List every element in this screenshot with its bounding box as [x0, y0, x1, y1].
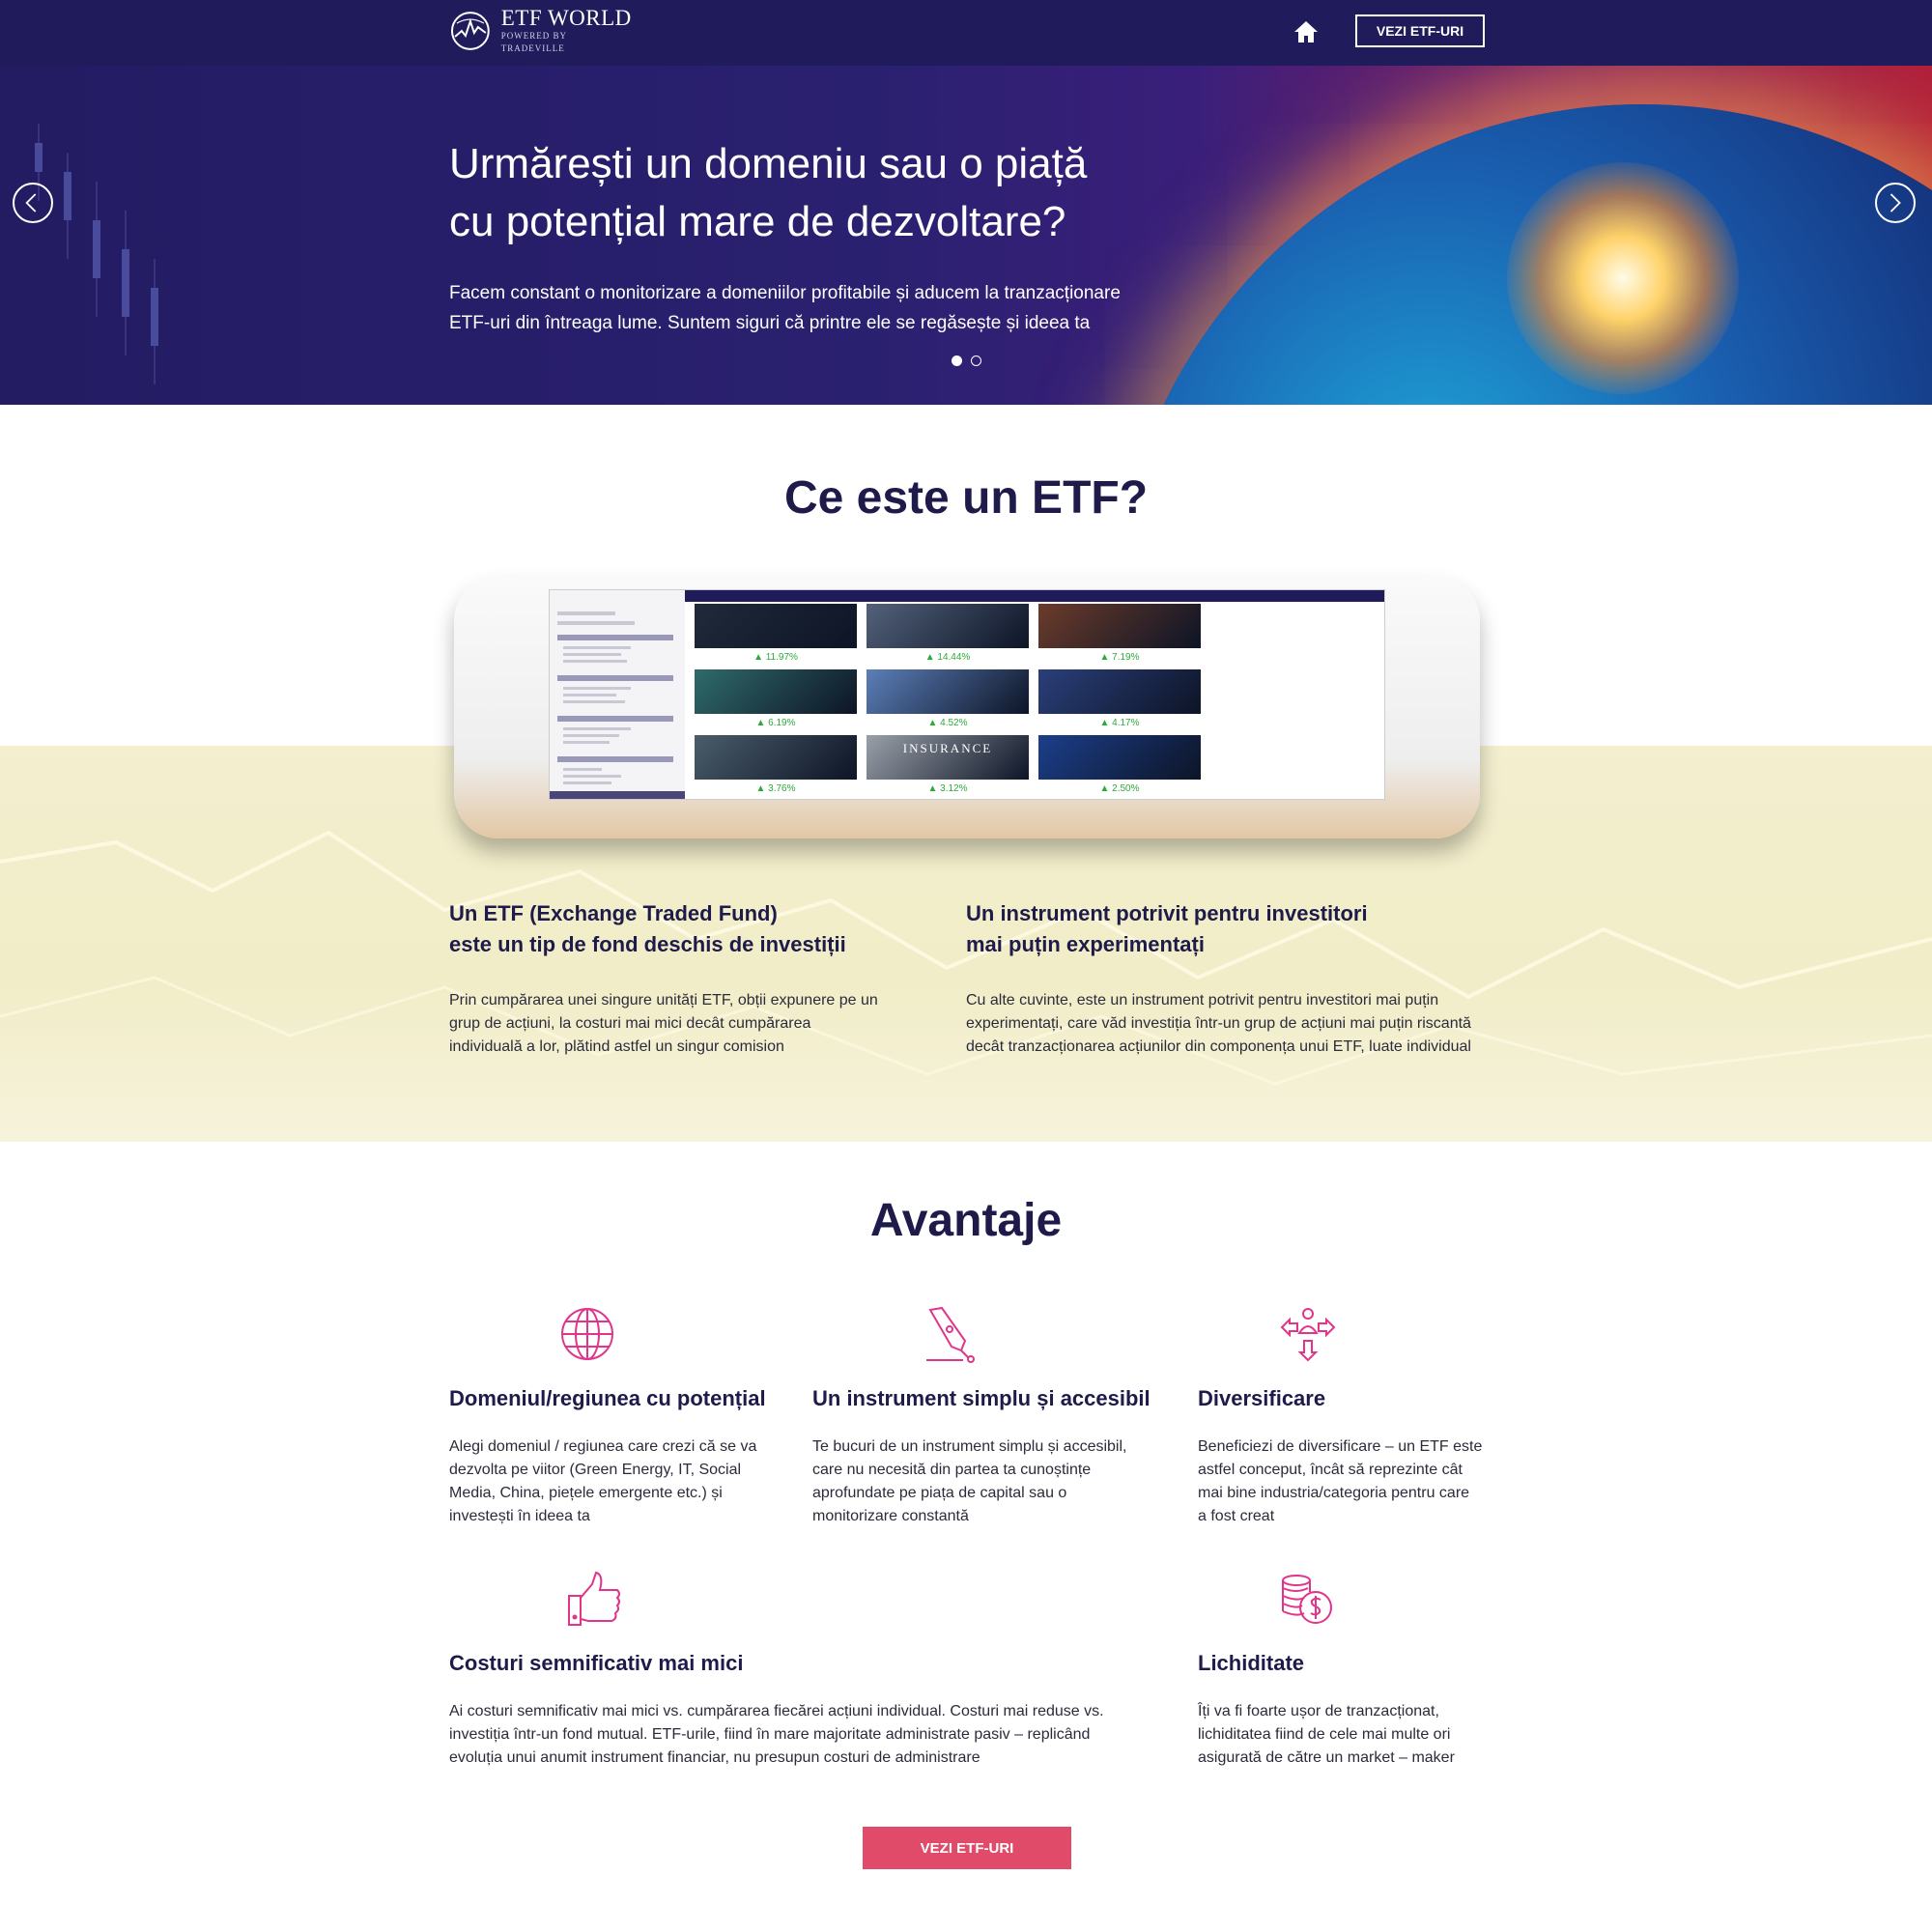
etf-definition-text-line1: Prin cumpărarea unei singure unități ETF… — [449, 992, 878, 1009]
logo-text: ETF WORLD POWERED BY TRADEVILLE — [501, 7, 633, 55]
screen-insurance-label: INSURANCE — [902, 741, 993, 755]
top-navbar: ETF WORLD POWERED BY TRADEVILLE VEZI ETF… — [0, 0, 1932, 66]
screen-filter-sidebar — [550, 590, 685, 799]
logo-subtitle: POWERED BY TRADEVILLE — [500, 31, 567, 53]
feature-text-potential-line4: investești în ideea ta — [449, 1508, 590, 1524]
feature-text-liquidity: Îți va fi foarte ușor de tranzacționat, … — [1198, 1700, 1517, 1770]
feature-title-diversification: Diversificare — [1198, 1386, 1326, 1410]
feature-text-simple-line3: aprofundate pe piața de capital sau o — [812, 1485, 1067, 1501]
slider-next-button[interactable] — [1875, 183, 1916, 223]
section-title-advantages: Avantaje — [869, 1195, 1063, 1246]
page: ETF WORLD POWERED BY TRADEVILLE VEZI ETF… — [0, 0, 1932, 1932]
etf-definition-text: Prin cumpărarea unei singure unități ETF… — [449, 989, 932, 1059]
feature-text-simple-line4: monitorizare constantă — [812, 1508, 969, 1524]
hero-title: Urmărești un domeniu sau o piață cu pote… — [449, 135, 1183, 251]
feature-text-liquidity-line3: asigurată de către un market – maker — [1198, 1749, 1455, 1766]
hero-chart-background — [35, 124, 158, 384]
header-etf-button[interactable]: VEZI ETF-URI — [1355, 14, 1485, 47]
feature-text-costs-line1: Ai costuri semnificativ mai mici vs. cum… — [449, 1703, 1104, 1719]
etf-suitable-title-line2: mai puțin experimentați — [966, 932, 1205, 956]
section-title-what-is-etf: Ce este un ETF? — [783, 472, 1149, 524]
feature-text-costs: Ai costuri semnificativ mai mici vs. cum… — [449, 1700, 1145, 1770]
etf-definition-text-line2: grup de acțiuni, la costuri mai mici dec… — [449, 1015, 811, 1032]
etf-suitable-title-line1: Un instrument potrivit pentru investitor… — [966, 901, 1368, 925]
tablet-screen: ▲ 11.97% ▲ 14.44% ▲ 7.19% ▲ 6.19% ▲ 4.52% ▲ 4… — [549, 589, 1385, 800]
feature-text-costs-line2: investiția într-un fond mutual. ETF-uril… — [449, 1726, 1091, 1743]
chevron-left-icon — [25, 193, 37, 213]
feature-title-costs: Costuri semnificativ mai mici — [449, 1651, 744, 1675]
screen-etf-return: ▲ 3.76% — [755, 783, 796, 794]
logo-title: ETF WORLD — [500, 6, 632, 30]
feature-title-liquidity: Lichiditate — [1198, 1651, 1305, 1675]
slider-dot-1[interactable] — [952, 355, 962, 366]
hero-subtitle: Facem constant o monitorizare a domeniil… — [449, 278, 1222, 338]
feature-text-potential-line1: Alegi domeniul / regiunea care crezi că … — [449, 1438, 757, 1455]
screen-etf-tile — [1038, 735, 1201, 780]
feature-text-simple-line2: care nu necesită din partea ta cunoștinț… — [812, 1462, 1092, 1478]
screen-etf-return: ▲ 4.17% — [1099, 718, 1140, 728]
hero-slider: Urmărești un domeniu sau o piață cu pote… — [0, 66, 1932, 405]
screen-etf-return: ▲ 3.12% — [927, 783, 968, 794]
feature-text-diversification-line3: mai bine industria/categoria pentru care — [1198, 1485, 1470, 1501]
thumbs-up-icon — [568, 1571, 620, 1626]
screen-etf-return: ▲ 4.52% — [927, 718, 968, 728]
etf-definition-title: Un ETF (Exchange Traded Fund) este un ti… — [449, 898, 913, 960]
pen-icon — [926, 1306, 975, 1363]
screen-etf-tile — [867, 604, 1029, 648]
chevron-right-icon — [1889, 193, 1901, 213]
feature-text-costs-line3: evoluția unui anumit instrument financia… — [449, 1749, 980, 1766]
hero-subtitle-line1: Facem constant o monitorizare a domeniil… — [449, 283, 1121, 303]
screen-etf-tile — [1038, 604, 1201, 648]
screen-etf-tile — [695, 735, 857, 780]
logo[interactable]: ETF WORLD POWERED BY TRADEVILLE — [449, 7, 633, 55]
feature-text-potential-line2: dezvolta pe viitor (Green Energy, IT, So… — [449, 1462, 742, 1478]
etf-definition-title-line2: este un tip de fond deschis de investiți… — [449, 932, 846, 956]
globe-icon — [561, 1308, 613, 1360]
logo-globe-icon — [450, 12, 490, 50]
feature-title-potential: Domeniul/regiunea cu potențial — [449, 1386, 766, 1410]
feature-text-diversification: Beneficiezi de diversificare – un ETF es… — [1198, 1435, 1517, 1528]
etf-suitable-text-line1: Cu alte cuvinte, este un instrument potr… — [966, 992, 1439, 1009]
feature-text-diversification-line1: Beneficiezi de diversificare – un ETF es… — [1198, 1438, 1483, 1455]
etf-suitable-text-line2: experimentați, care văd investiția într-… — [966, 1015, 1471, 1032]
feature-text-potential-line3: Media, China, piețele emergente etc.) și — [449, 1485, 723, 1501]
feature-text-diversification-line2: astfel conceput, încât să reprezinte cât — [1198, 1462, 1463, 1478]
feature-text-potential: Alegi domeniul / regiunea care crezi că … — [449, 1435, 778, 1528]
hero-sun-glow — [1507, 162, 1739, 394]
etf-definition-text-line3: individuală a lor, plătind astfel un sin… — [449, 1038, 784, 1055]
feature-text-diversification-line4: a fost creat — [1198, 1508, 1275, 1524]
hero-title-line1: Urmărești un domeniu sau o piață — [449, 140, 1088, 187]
view-etfs-button[interactable]: VEZI ETF-URI — [863, 1827, 1071, 1869]
screen-etf-return: ▲ 2.50% — [1099, 783, 1140, 794]
screen-etf-return: ▲ 14.44% — [924, 652, 971, 663]
etf-suitable-text: Cu alte cuvinte, este un instrument potr… — [966, 989, 1507, 1059]
coins-icon — [1282, 1575, 1332, 1624]
home-icon[interactable] — [1293, 19, 1320, 44]
screen-etf-tile — [695, 669, 857, 714]
diversify-arrows-icon — [1280, 1308, 1336, 1362]
feature-text-simple: Te bucuri de un instrument simplu și acc… — [812, 1435, 1160, 1528]
tablet-mockup: ▲ 11.97% ▲ 14.44% ▲ 7.19% ▲ 6.19% ▲ 4.52% ▲ 4… — [454, 576, 1480, 838]
hero-subtitle-line2: ETF-uri din întreaga lume. Suntem siguri… — [449, 313, 1091, 333]
etf-suitable-title: Un instrument potrivit pentru investitor… — [966, 898, 1468, 960]
screen-etf-tile — [695, 604, 857, 648]
feature-text-simple-line1: Te bucuri de un instrument simplu și acc… — [812, 1438, 1127, 1455]
screen-etf-tile: INSURANCE — [867, 735, 1029, 780]
etf-definition-title-line1: Un ETF (Exchange Traded Fund) — [449, 901, 778, 925]
screen-filter-lines — [550, 611, 685, 799]
screen-etf-return: ▲ 7.19% — [1099, 652, 1140, 663]
slider-prev-button[interactable] — [13, 183, 53, 223]
screen-etf-return: ▲ 6.19% — [755, 718, 796, 728]
slider-dot-2[interactable] — [971, 355, 981, 366]
feature-text-liquidity-line2: lichiditatea fiind de cele mai multe ori — [1198, 1726, 1451, 1743]
slider-dots — [952, 355, 981, 366]
feature-title-simple: Un instrument simplu și accesibil — [812, 1386, 1151, 1410]
screen-etf-tile — [1038, 669, 1201, 714]
feature-text-liquidity-line1: Îți va fi foarte ușor de tranzacționat, — [1198, 1703, 1439, 1719]
screen-etf-tile — [867, 669, 1029, 714]
hero-title-line2: cu potențial mare de dezvoltare? — [449, 198, 1066, 245]
etf-suitable-text-line3: decât tranzacționarea acțiunilor din com… — [966, 1038, 1471, 1055]
screen-etf-return: ▲ 11.97% — [753, 652, 798, 663]
